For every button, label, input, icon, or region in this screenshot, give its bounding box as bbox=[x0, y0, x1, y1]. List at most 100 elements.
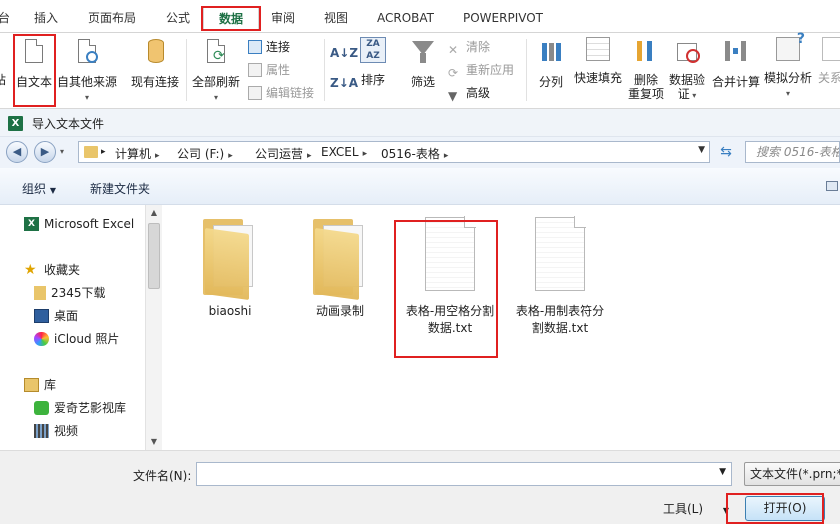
split-columns-icon bbox=[536, 37, 566, 67]
what-if-analysis-button[interactable]: ? 模拟分析 ▾ bbox=[762, 32, 814, 101]
nav-scrollbar[interactable]: ▲ ▼ bbox=[145, 205, 162, 450]
chevron-down-icon[interactable]: ▼ bbox=[698, 145, 705, 155]
refresh-icon: ⟳ bbox=[201, 37, 231, 67]
tab-data[interactable]: 数据 bbox=[203, 7, 259, 31]
refresh-all-button[interactable]: ⟳ 全部刷新 ▾ bbox=[190, 37, 242, 105]
nav-favorites[interactable]: ★ 收藏夹 bbox=[24, 261, 80, 279]
tools-button[interactable]: 工具(L) ▼ bbox=[663, 500, 729, 517]
tab-view[interactable]: 视图 bbox=[324, 7, 348, 31]
link-icon bbox=[248, 39, 262, 54]
breadcrumb-computer[interactable]: 计算机 ▸ bbox=[115, 145, 160, 162]
back-button[interactable]: ◀ bbox=[6, 141, 28, 163]
nav-desktop[interactable]: 桌面 bbox=[34, 307, 78, 325]
chevron-down-icon: ▾ bbox=[785, 89, 790, 98]
properties-icon bbox=[248, 62, 262, 77]
text-file-icon bbox=[19, 37, 49, 67]
group-separator bbox=[324, 39, 325, 101]
breadcrumb-company-ops[interactable]: 公司运营 ▸ bbox=[255, 145, 312, 162]
dialog-footer: 文件名(N): ▼ 文本文件(*.prn;*.txt;*.csv) 工具(L) … bbox=[0, 450, 840, 524]
chevron-down-icon: ▾ bbox=[689, 91, 697, 100]
navigation-pane: X Microsoft Excel ★ 收藏夹 2345下载 桌面 iCloud 照… bbox=[0, 205, 162, 450]
clear-filter-icon: ✕ bbox=[448, 42, 459, 57]
clear-filter-button[interactable]: ✕ 清除 bbox=[448, 37, 490, 57]
tab-page-layout[interactable]: 页面布局 bbox=[88, 7, 136, 31]
advanced-filter-button[interactable]: ▼ 高级 bbox=[448, 83, 490, 103]
breadcrumb-current-folder[interactable]: 0516-表格 ▸ bbox=[381, 145, 448, 162]
edit-links-button[interactable]: 编辑链接 bbox=[248, 83, 314, 103]
relationships-icon bbox=[822, 37, 840, 61]
list-item[interactable]: 表格-用制表符分 割数据.txt bbox=[505, 213, 615, 337]
filter-button[interactable]: 筛选 bbox=[406, 37, 440, 90]
list-item[interactable]: 动画录制 bbox=[285, 213, 395, 320]
what-if-icon: ? bbox=[776, 32, 805, 61]
properties-button[interactable]: 属性 bbox=[248, 60, 290, 80]
forward-button[interactable]: ▶ bbox=[34, 141, 56, 163]
text-to-columns-button[interactable]: 分列 bbox=[534, 37, 568, 90]
group-separator bbox=[186, 39, 187, 101]
existing-connections-button[interactable]: 现有连接 bbox=[128, 37, 182, 90]
ribbon-tab-bar: 台 插入 页面布局 公式 数据 审阅 视图 ACROBAT POWERPIVOT bbox=[0, 0, 840, 33]
nav-iqiyi-library[interactable]: 爱奇艺影视库 bbox=[34, 399, 126, 417]
tab-formulas[interactable]: 公式 bbox=[166, 7, 190, 31]
nav-microsoft-excel[interactable]: X Microsoft Excel bbox=[24, 215, 134, 233]
file-name: 动画录制 bbox=[315, 304, 364, 318]
folder-icon bbox=[84, 146, 98, 158]
from-other-sources-button[interactable]: 自其他来源 ▾ bbox=[56, 37, 118, 105]
data-validation-button[interactable]: 数据验 证 ▾ bbox=[668, 37, 706, 103]
filter-icon bbox=[408, 37, 438, 67]
dialog-title: 导入文本文件 bbox=[32, 117, 105, 131]
scrollbar-thumb[interactable] bbox=[148, 223, 160, 289]
tab-review[interactable]: 审阅 bbox=[271, 7, 295, 31]
chevron-right-icon[interactable]: ▸ bbox=[101, 147, 106, 157]
refresh-icon[interactable]: ⇆ bbox=[713, 141, 739, 163]
nav-videos[interactable]: 视频 bbox=[34, 422, 78, 440]
recent-locations-dropdown[interactable]: ▾ bbox=[60, 147, 64, 156]
desktop-icon bbox=[34, 308, 49, 323]
other-sources-icon bbox=[72, 37, 102, 67]
open-button[interactable]: 打开(O) bbox=[745, 496, 825, 521]
chevron-down-icon: ▾ bbox=[84, 93, 89, 102]
scroll-down-icon[interactable]: ▼ bbox=[146, 434, 162, 450]
file-name: biaoshi bbox=[208, 304, 252, 318]
nav-icloud-photos[interactable]: iCloud 照片 bbox=[34, 330, 119, 348]
nav-libraries[interactable]: 库 bbox=[24, 376, 56, 394]
from-text-button[interactable]: 自文本 bbox=[14, 37, 54, 90]
tab-home-partial[interactable]: 台 bbox=[0, 7, 10, 31]
breadcrumb-excel[interactable]: EXCEL ▸ bbox=[321, 145, 367, 159]
list-item[interactable]: 表格-用空格分割 数据.txt bbox=[395, 213, 505, 337]
connections-button[interactable]: 连接 bbox=[248, 37, 290, 57]
consolidate-icon bbox=[721, 37, 751, 67]
icloud-photos-icon bbox=[34, 331, 49, 346]
relationships-button[interactable]: 关系 bbox=[818, 37, 840, 86]
filetype-select[interactable]: 文本文件(*.prn;*.txt;*.csv) bbox=[744, 462, 840, 486]
flash-fill-icon bbox=[586, 37, 610, 61]
breadcrumb-drive[interactable]: 公司 (F:) ▸ bbox=[177, 145, 233, 162]
chevron-down-icon[interactable]: ▼ bbox=[719, 467, 726, 477]
view-options-icon[interactable] bbox=[826, 181, 838, 191]
group-separator bbox=[526, 39, 527, 101]
address-bar[interactable]: ▸ 计算机 ▸ 公司 (F:) ▸ 公司运营 ▸ EXCEL ▸ 0516-表格 ▸ ▼ bbox=[78, 141, 710, 163]
tab-acrobat[interactable]: ACROBAT bbox=[377, 7, 434, 31]
new-folder-button[interactable]: 新建文件夹 bbox=[90, 180, 150, 197]
star-icon: ★ bbox=[24, 261, 37, 278]
tab-powerpivot[interactable]: POWERPIVOT bbox=[463, 7, 543, 31]
tab-insert[interactable]: 插入 bbox=[34, 7, 58, 31]
search-input[interactable]: 搜索 0516-表格 bbox=[745, 141, 840, 163]
reapply-icon: ⟳ bbox=[448, 65, 459, 80]
reapply-button[interactable]: ⟳ 重新应用 bbox=[448, 60, 514, 80]
text-file-icon bbox=[417, 213, 483, 299]
data-validation-icon bbox=[672, 37, 702, 67]
flash-fill-button[interactable]: 快速填充 bbox=[572, 37, 624, 86]
list-item[interactable]: biaoshi bbox=[175, 213, 285, 320]
consolidate-button[interactable]: 合并计算 bbox=[710, 37, 762, 90]
remove-duplicates-button[interactable]: 删除 重复项 bbox=[626, 37, 666, 101]
sort-za-icon[interactable]: Z↓A bbox=[330, 73, 358, 93]
nav-2345-downloads[interactable]: 2345下载 bbox=[34, 284, 106, 302]
partial-button[interactable]: 站 bbox=[0, 73, 6, 88]
file-list: biaoshi 动画录制 表格-用空格分割 数据.txt 表格-用制表符分 割数据.… bbox=[163, 205, 840, 450]
sort-az-icon[interactable]: A↓Z bbox=[330, 43, 358, 63]
filename-input[interactable]: ▼ bbox=[196, 462, 732, 486]
organize-button[interactable]: 组织 ▼ bbox=[22, 180, 56, 197]
scroll-up-icon[interactable]: ▲ bbox=[146, 205, 162, 221]
sort-button[interactable]: ZA AZ 排序 bbox=[356, 37, 390, 88]
